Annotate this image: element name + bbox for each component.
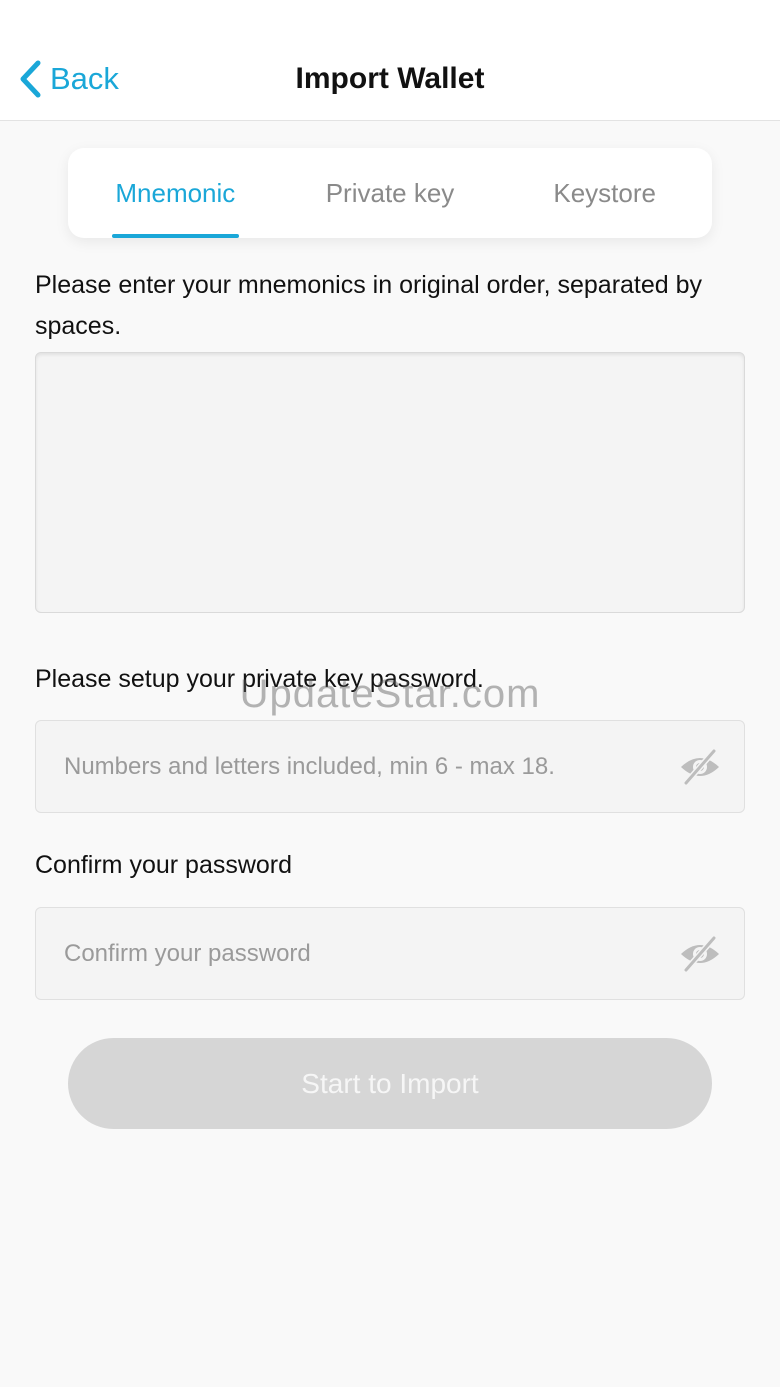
tab-keystore-label: Keystore	[553, 177, 656, 208]
import-method-tabs: Mnemonic Private key Keystore	[68, 148, 712, 238]
confirm-password-field	[35, 907, 745, 1000]
tab-mnemonic-label: Mnemonic	[115, 177, 236, 208]
start-import-button[interactable]: Start to Import	[68, 1038, 712, 1129]
page-title: Import Wallet	[295, 62, 485, 95]
eye-off-icon[interactable]	[678, 747, 722, 787]
import-wallet-screen: Back Import Wallet Mnemonic Private key …	[0, 0, 780, 1387]
password-label: Please setup your private key password.	[35, 665, 484, 693]
mnemonic-input[interactable]	[35, 352, 745, 613]
confirm-password-label: Confirm your password	[35, 851, 293, 879]
mnemonic-instruction: Please enter your mnemonics in original …	[35, 271, 703, 340]
confirm-password-input[interactable]	[36, 908, 656, 999]
password-input[interactable]	[36, 721, 656, 812]
password-field	[35, 720, 745, 813]
tab-mnemonic[interactable]: Mnemonic	[68, 148, 283, 238]
eye-off-icon[interactable]	[678, 934, 722, 974]
active-tab-indicator	[112, 234, 239, 238]
tab-keystore[interactable]: Keystore	[497, 148, 712, 238]
tab-private-key[interactable]: Private key	[283, 148, 498, 238]
nav-header: Back Import Wallet	[0, 0, 780, 121]
tab-private-key-label: Private key	[325, 177, 455, 208]
